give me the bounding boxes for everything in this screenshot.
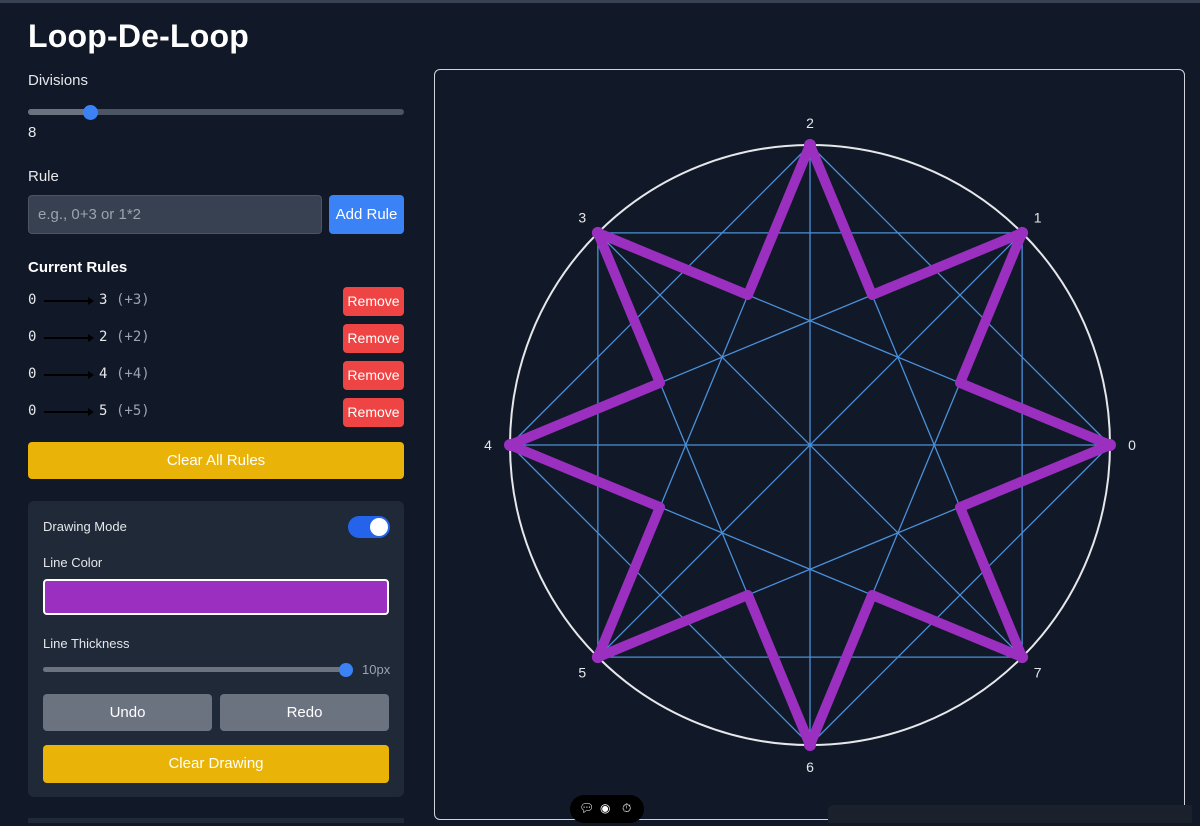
point-label: 6 — [806, 759, 814, 775]
floating-toolbar: 💬︎ ◉ ⏱︎ — [570, 795, 644, 823]
remove-rule-button[interactable]: Remove — [343, 361, 404, 390]
window-top-border — [0, 0, 1200, 3]
rule-row: 0 4 (+4) Remove — [28, 361, 404, 390]
point-marker — [504, 439, 516, 451]
undo-button[interactable]: Undo — [43, 694, 212, 731]
point-label: 5 — [578, 665, 586, 681]
eye-icon[interactable]: ◉ — [600, 801, 610, 815]
rule-from: 0 — [28, 292, 37, 308]
next-panel-edge — [28, 818, 404, 823]
arrow-right-icon — [44, 408, 94, 416]
line-color-picker[interactable] — [43, 579, 389, 615]
line-thickness-label: Line Thickness — [43, 636, 130, 651]
point-marker — [1016, 226, 1029, 239]
point-label: 1 — [1034, 209, 1042, 225]
arrow-right-icon — [44, 297, 94, 305]
arrow-right-icon — [44, 371, 94, 379]
timer-icon[interactable]: ⏱︎ — [622, 801, 631, 816]
point-label: 7 — [1034, 665, 1042, 681]
arrow-right-icon — [44, 334, 94, 342]
line-thickness-slider[interactable] — [43, 667, 349, 672]
rule-delta: (+2) — [116, 329, 150, 345]
redo-button[interactable]: Redo — [220, 694, 389, 731]
rule-row: 0 5 (+5) Remove — [28, 398, 404, 427]
add-rule-button[interactable]: Add Rule — [329, 195, 404, 234]
line-thickness-fill — [43, 667, 349, 672]
rule-to: 5 — [99, 403, 108, 419]
rule-to: 2 — [99, 329, 108, 345]
rule-row: 0 2 (+2) Remove — [28, 324, 404, 353]
rule-from: 0 — [28, 329, 37, 345]
rule-label: Rule — [28, 168, 59, 185]
drawing-canvas[interactable]: 0 1 2 3 4 5 6 7 — [434, 69, 1185, 820]
line-color-label: Line Color — [43, 555, 103, 570]
page-title: Loop-De-Loop — [28, 18, 249, 54]
rule-delta: (+5) — [116, 403, 150, 419]
divisions-value: 8 — [28, 124, 37, 141]
clear-all-rules-button[interactable]: Clear All Rules — [28, 442, 404, 479]
rule-to: 4 — [99, 366, 108, 382]
point-marker — [1016, 651, 1029, 664]
point-marker — [591, 651, 604, 664]
point-marker — [591, 226, 604, 239]
point-marker — [804, 139, 816, 151]
divisions-label: Divisions — [28, 72, 89, 89]
divisions-slider-thumb[interactable] — [83, 105, 98, 120]
comment-icon[interactable]: 💬︎ — [579, 801, 594, 815]
divisions-slider-fill — [28, 109, 90, 115]
point-marker — [1104, 439, 1116, 451]
rule-delta: (+4) — [116, 366, 150, 382]
rule-from: 0 — [28, 366, 37, 382]
point-marker — [804, 739, 816, 751]
rule-from: 0 — [28, 403, 37, 419]
drawing-mode-toggle[interactable] — [348, 516, 390, 538]
line-thickness-value: 10px — [362, 662, 391, 677]
remove-rule-button[interactable]: Remove — [343, 287, 404, 316]
drawing-mode-label: Drawing Mode — [43, 519, 127, 534]
rule-row: 0 3 (+3) Remove — [28, 287, 404, 316]
clear-drawing-button[interactable]: Clear Drawing — [43, 745, 389, 783]
point-label: 2 — [806, 115, 814, 131]
current-rules-heading: Current Rules — [28, 259, 128, 276]
remove-rule-button[interactable]: Remove — [343, 324, 404, 353]
loop-diagram[interactable]: 0 1 2 3 4 5 6 7 — [435, 70, 1186, 821]
rule-to: 3 — [99, 292, 108, 308]
rule-input[interactable]: e.g., 0+3 or 1*2 — [28, 195, 322, 234]
remove-rule-button[interactable]: Remove — [343, 398, 404, 427]
point-label: 0 — [1128, 437, 1136, 453]
toggle-knob — [370, 518, 388, 536]
line-thickness-thumb[interactable] — [339, 663, 353, 677]
bottom-card — [828, 805, 1192, 823]
point-label: 4 — [484, 437, 492, 453]
rule-delta: (+3) — [116, 292, 150, 308]
point-label: 3 — [578, 209, 586, 225]
